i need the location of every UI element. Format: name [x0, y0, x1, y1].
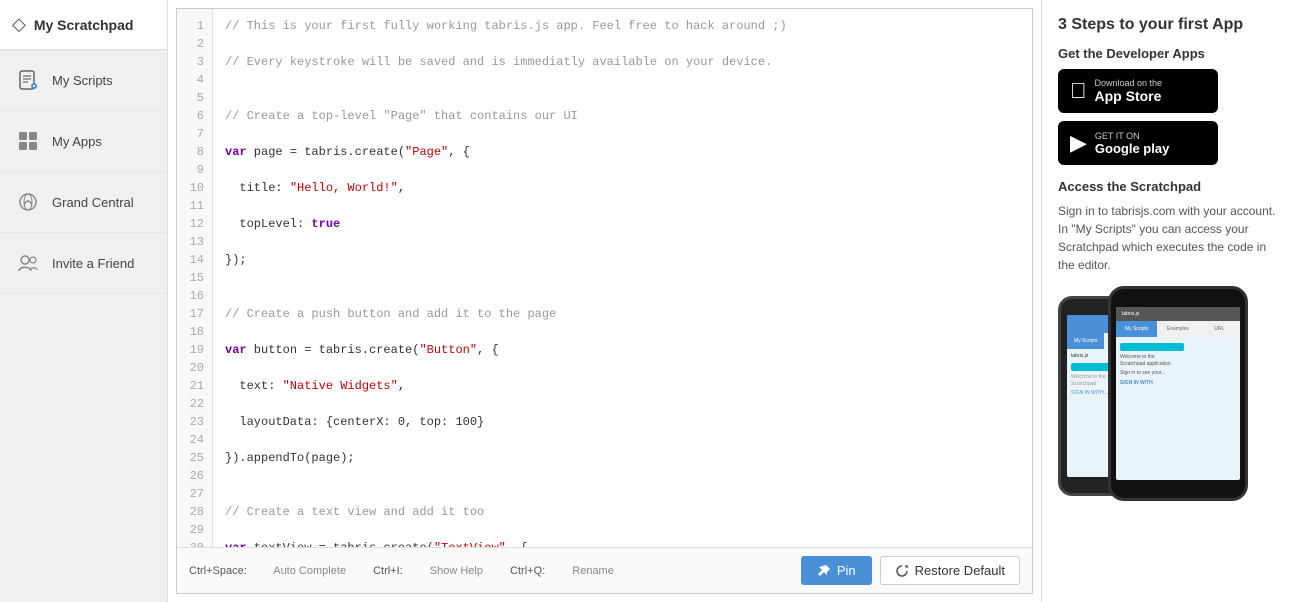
- sidebar-item-label-grand-central: Grand Central: [52, 195, 134, 210]
- pin-icon: [817, 564, 831, 578]
- sidebar-title: My Scratchpad: [34, 17, 134, 33]
- phone-front: tabris.js My Scripts Examples URL Welcom…: [1108, 286, 1248, 501]
- phone-front-tab-scripts: My Scripts: [1116, 321, 1157, 337]
- restore-label: Restore Default: [915, 563, 1005, 578]
- sidebar: ◇ My Scratchpad My Scripts: [0, 0, 168, 602]
- hint-showhelp: Ctrl+I: Show Help: [373, 565, 483, 577]
- pin-label: Pin: [837, 563, 856, 578]
- phone-teal-bar-front: [1120, 343, 1184, 351]
- access-section: Access the Scratchpad Sign in to tabrisj…: [1058, 179, 1285, 274]
- google-badge-sub: GET IT ON: [1095, 131, 1169, 141]
- sidebar-item-my-scripts[interactable]: My Scripts: [0, 50, 167, 111]
- apple-icon: : [1070, 78, 1087, 104]
- restore-icon: [895, 564, 909, 578]
- google-play-badge[interactable]: ▶ GET IT ON Google play: [1058, 121, 1218, 165]
- sidebar-item-label-invite-friend: Invite a Friend: [52, 256, 134, 271]
- access-title: Access the Scratchpad: [1058, 179, 1285, 194]
- sidebar-item-grand-central[interactable]: Grand Central: [0, 172, 167, 233]
- code-content[interactable]: // This is your first fully working tabr…: [213, 9, 1032, 547]
- sidebar-item-invite-friend[interactable]: Invite a Friend: [0, 233, 167, 294]
- phone-front-screen: tabris.js My Scripts Examples URL Welcom…: [1116, 307, 1240, 480]
- phone-back-tab-scripts: My Scripts: [1067, 333, 1104, 349]
- sidebar-item-label-my-scripts: My Scripts: [52, 73, 113, 88]
- apple-store-badge[interactable]:  Download on the App Store: [1058, 69, 1218, 113]
- pin-button[interactable]: Pin: [801, 556, 872, 585]
- code-area[interactable]: 1 2 3 4 5 6 7 8 9 10 11 12 13 14 15 16 1…: [177, 9, 1032, 547]
- google-play-icon: ▶: [1070, 130, 1087, 156]
- toolbar-hints: Ctrl+Space: Auto Complete Ctrl+I: Show H…: [189, 565, 638, 577]
- apple-badge-text: Download on the App Store: [1095, 78, 1163, 104]
- invite-icon: [14, 249, 42, 277]
- phone-front-body: Welcome to the Scratchpad application. S…: [1116, 337, 1240, 391]
- restore-default-button[interactable]: Restore Default: [880, 556, 1020, 585]
- phone-front-header: tabris.js: [1116, 307, 1240, 321]
- right-panel: 3 Steps to your first App Get the Develo…: [1041, 0, 1301, 602]
- main-content: 1 2 3 4 5 6 7 8 9 10 11 12 13 14 15 16 1…: [168, 0, 1041, 602]
- google-badge-main: Google play: [1095, 141, 1169, 156]
- apple-badge-sub: Download on the: [1095, 78, 1163, 88]
- scripts-icon: [14, 66, 42, 94]
- get-dev-apps-heading: Get the Developer Apps: [1058, 46, 1285, 61]
- code-editor[interactable]: 1 2 3 4 5 6 7 8 9 10 11 12 13 14 15 16 1…: [176, 8, 1033, 594]
- line-numbers: 1 2 3 4 5 6 7 8 9 10 11 12 13 14 15 16 1…: [177, 9, 213, 547]
- editor-toolbar: Ctrl+Space: Auto Complete Ctrl+I: Show H…: [177, 547, 1032, 593]
- grand-central-icon: [14, 188, 42, 216]
- access-text: Sign in to tabrisjs.com with your accoun…: [1058, 202, 1285, 274]
- phone-mockup: My Scripts Examples URL tabris.js Welcom…: [1058, 286, 1285, 506]
- apps-icon: [14, 127, 42, 155]
- hint-rename: Ctrl+Q: Rename: [510, 565, 614, 577]
- phone-front-tab-examples: Examples: [1157, 321, 1198, 337]
- toolbar-buttons: Pin Restore Default: [801, 556, 1020, 585]
- phone-front-tab-url: URL: [1199, 321, 1240, 337]
- right-panel-title: 3 Steps to your first App: [1058, 16, 1285, 34]
- phone-teal-bar-back: [1071, 363, 1113, 371]
- sidebar-header[interactable]: ◇ My Scratchpad: [0, 0, 167, 50]
- hint-rename-key: Ctrl+Q:: [510, 565, 545, 577]
- hint-autocomplete-key: Ctrl+Space:: [189, 565, 247, 577]
- sidebar-item-label-my-apps: My Apps: [52, 134, 102, 149]
- hint-autocomplete: Ctrl+Space: Auto Complete: [189, 565, 346, 577]
- google-badge-text: GET IT ON Google play: [1095, 131, 1169, 156]
- apple-badge-main: App Store: [1095, 88, 1163, 104]
- sidebar-item-my-apps[interactable]: My Apps: [0, 111, 167, 172]
- phone-front-tabs: My Scripts Examples URL: [1116, 321, 1240, 337]
- hint-showhelp-key: Ctrl+I:: [373, 565, 403, 577]
- scratchpad-icon: ◇: [12, 14, 26, 35]
